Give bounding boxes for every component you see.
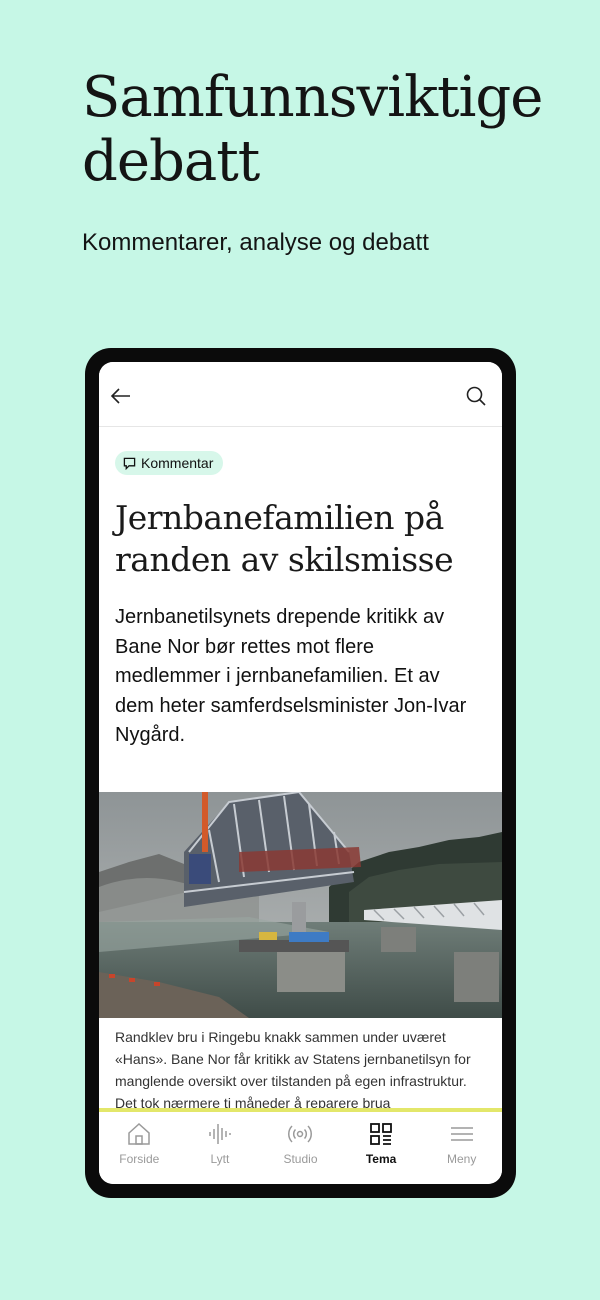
phone-frame: Kommentar Jernbanefamilien på randen av … xyxy=(85,348,516,1198)
nav-label-forside: Forside xyxy=(119,1152,160,1166)
nav-item-tema[interactable]: Tema xyxy=(341,1112,422,1184)
broadcast-icon xyxy=(288,1125,313,1143)
nav-item-forside[interactable]: Forside xyxy=(99,1112,180,1184)
category-badge[interactable]: Kommentar xyxy=(115,451,224,475)
promo-title: Samfunnsviktige debatt xyxy=(82,65,543,194)
top-bar xyxy=(99,362,502,427)
nav-label-lytt: Lytt xyxy=(210,1152,230,1166)
grid-icon xyxy=(370,1123,392,1145)
back-arrow-icon[interactable] xyxy=(109,384,133,408)
article-headline[interactable]: Jernbanefamilien på randen av skilsmisse xyxy=(115,497,485,581)
comment-icon xyxy=(123,457,136,470)
menu-icon xyxy=(450,1127,473,1141)
nav-label-tema: Tema xyxy=(365,1152,397,1166)
nav-item-studio[interactable]: Studio xyxy=(260,1112,341,1184)
promo-subtitle: Kommentarer, analyse og debatt xyxy=(82,229,429,256)
nav-item-lytt[interactable]: Lytt xyxy=(180,1112,261,1184)
photo-caption: Randklev bru i Ringebu knakk sammen unde… xyxy=(115,1029,471,1111)
category-badge-label: Kommentar xyxy=(141,455,214,471)
nav-label-meny: Meny xyxy=(447,1152,477,1166)
nav-item-meny[interactable]: Meny xyxy=(421,1112,502,1184)
phone-screen: Kommentar Jernbanefamilien på randen av … xyxy=(99,362,502,1184)
audio-wave-icon xyxy=(209,1124,231,1144)
bottom-navigation: Forside Lytt Studio Tema Meny xyxy=(99,1108,502,1184)
article-photo xyxy=(99,792,502,1018)
nav-label-studio: Studio xyxy=(283,1152,318,1166)
home-icon xyxy=(128,1122,151,1145)
article-lead: Jernbanetilsynets drepende kritikk av Ba… xyxy=(115,606,467,746)
search-icon[interactable] xyxy=(464,384,488,408)
